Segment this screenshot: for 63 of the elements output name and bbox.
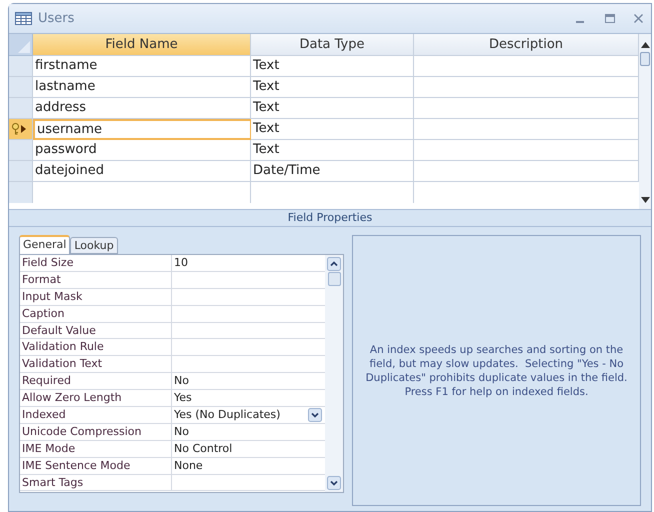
property-label: Validation Text [20, 356, 172, 372]
property-dropdown[interactable]: Yes (No Duplicates) [172, 407, 325, 423]
table-cell[interactable] [414, 56, 639, 77]
row-selector[interactable] [9, 119, 33, 140]
scroll-down-icon[interactable] [640, 197, 650, 203]
scroll-up-icon[interactable] [327, 257, 341, 271]
window-title: Users [38, 10, 76, 28]
table-cell[interactable]: lastname [33, 77, 251, 98]
property-label: Allow Zero Length [20, 390, 172, 406]
current-row-arrow-icon [21, 125, 26, 133]
property-label: Default Value [20, 322, 172, 338]
scroll-thumb[interactable] [328, 272, 340, 286]
table-cell[interactable]: username [33, 119, 251, 140]
property-label: Input Mask [20, 288, 172, 305]
key-icon [11, 123, 20, 135]
table-cell[interactable] [414, 77, 639, 98]
tab[interactable]: Lookup [70, 237, 118, 254]
help-text: An index speeds up searches and sorting on the field, but may slow updates. Selecting "Yes - No Duplicates" prohibits duplicate values in the field. Press F1 for help on indexed fields. [365, 342, 628, 398]
property-label: Caption [20, 306, 172, 322]
property-label: Smart Tags [20, 474, 172, 490]
column-header[interactable]: Data Type [251, 34, 414, 56]
table-cell[interactable] [414, 161, 639, 182]
property-label: Unicode Compression [20, 424, 172, 440]
table-cell[interactable] [414, 98, 639, 119]
table-cell[interactable]: Date/Time [251, 161, 414, 182]
table-cell[interactable]: address [33, 98, 251, 119]
scroll-down-icon[interactable] [327, 476, 341, 490]
property-value[interactable]: No [172, 424, 325, 440]
table-cell[interactable]: datejoined [33, 161, 251, 182]
column-header[interactable]: Description [414, 34, 639, 56]
property-value[interactable]: 10 [172, 255, 325, 271]
property-label: Field Size [20, 255, 172, 271]
tab[interactable]: General [19, 235, 70, 254]
close-icon[interactable] [634, 14, 643, 23]
scrollbar[interactable] [639, 34, 651, 209]
property-value[interactable]: None [172, 458, 325, 474]
select-all-corner[interactable] [9, 34, 33, 56]
maximize-icon[interactable] [605, 14, 615, 23]
table-cell[interactable]: password [33, 140, 251, 161]
property-label: IME Sentence Mode [20, 458, 172, 474]
property-label: Validation Rule [20, 339, 172, 356]
table-cell[interactable]: Text [251, 77, 414, 98]
property-value[interactable]: Yes [172, 390, 325, 406]
table-cell[interactable]: Text [251, 140, 414, 161]
property-label: Indexed [20, 407, 172, 423]
scroll-thumb[interactable] [640, 52, 650, 66]
property-value[interactable]: No Control [172, 440, 325, 457]
table-cell[interactable]: Text [251, 56, 414, 77]
table-cell[interactable]: Text [251, 119, 414, 140]
scrollbar[interactable] [325, 255, 343, 492]
section-title: Field Properties [288, 210, 372, 226]
table-cell[interactable] [414, 119, 639, 140]
table-cell[interactable]: firstname [33, 56, 251, 77]
table-cell[interactable]: Text [251, 98, 414, 119]
property-value[interactable]: No [172, 373, 325, 390]
column-header[interactable]: Field Name [33, 34, 251, 56]
property-label: IME Mode [20, 440, 172, 457]
corner-triangle-icon [18, 41, 30, 53]
scroll-up-icon[interactable] [640, 42, 650, 48]
property-label: Format [20, 272, 172, 288]
table-cell[interactable] [414, 140, 639, 161]
table-icon [15, 12, 32, 25]
property-label: Required [20, 373, 172, 390]
